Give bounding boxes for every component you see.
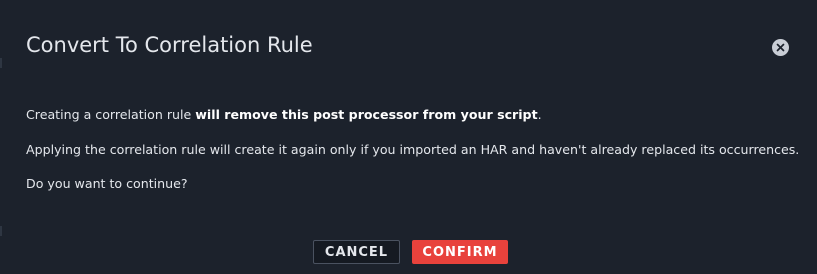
message-text: Creating a correlation rule (26, 107, 196, 122)
close-icon[interactable] (776, 43, 785, 52)
dialog-message-apply: Applying the correlation rule will creat… (26, 142, 800, 157)
cancel-button[interactable]: CANCEL (313, 240, 400, 264)
dialog-message-question: Do you want to continue? (26, 176, 188, 191)
dialog-message-removal: Creating a correlation rule will remove … (26, 107, 542, 122)
close-button[interactable] (772, 39, 789, 56)
dialog-title: Convert To Correlation Rule (26, 33, 313, 57)
background-edge-mark (0, 58, 2, 68)
message-period: . (537, 107, 542, 122)
background-edge-mark (0, 226, 2, 236)
confirm-button[interactable]: CONFIRM (412, 240, 508, 264)
convert-correlation-dialog: Convert To Correlation Rule Creating a c… (0, 0, 817, 274)
message-emphasis: will remove this post processor from you… (195, 107, 538, 122)
